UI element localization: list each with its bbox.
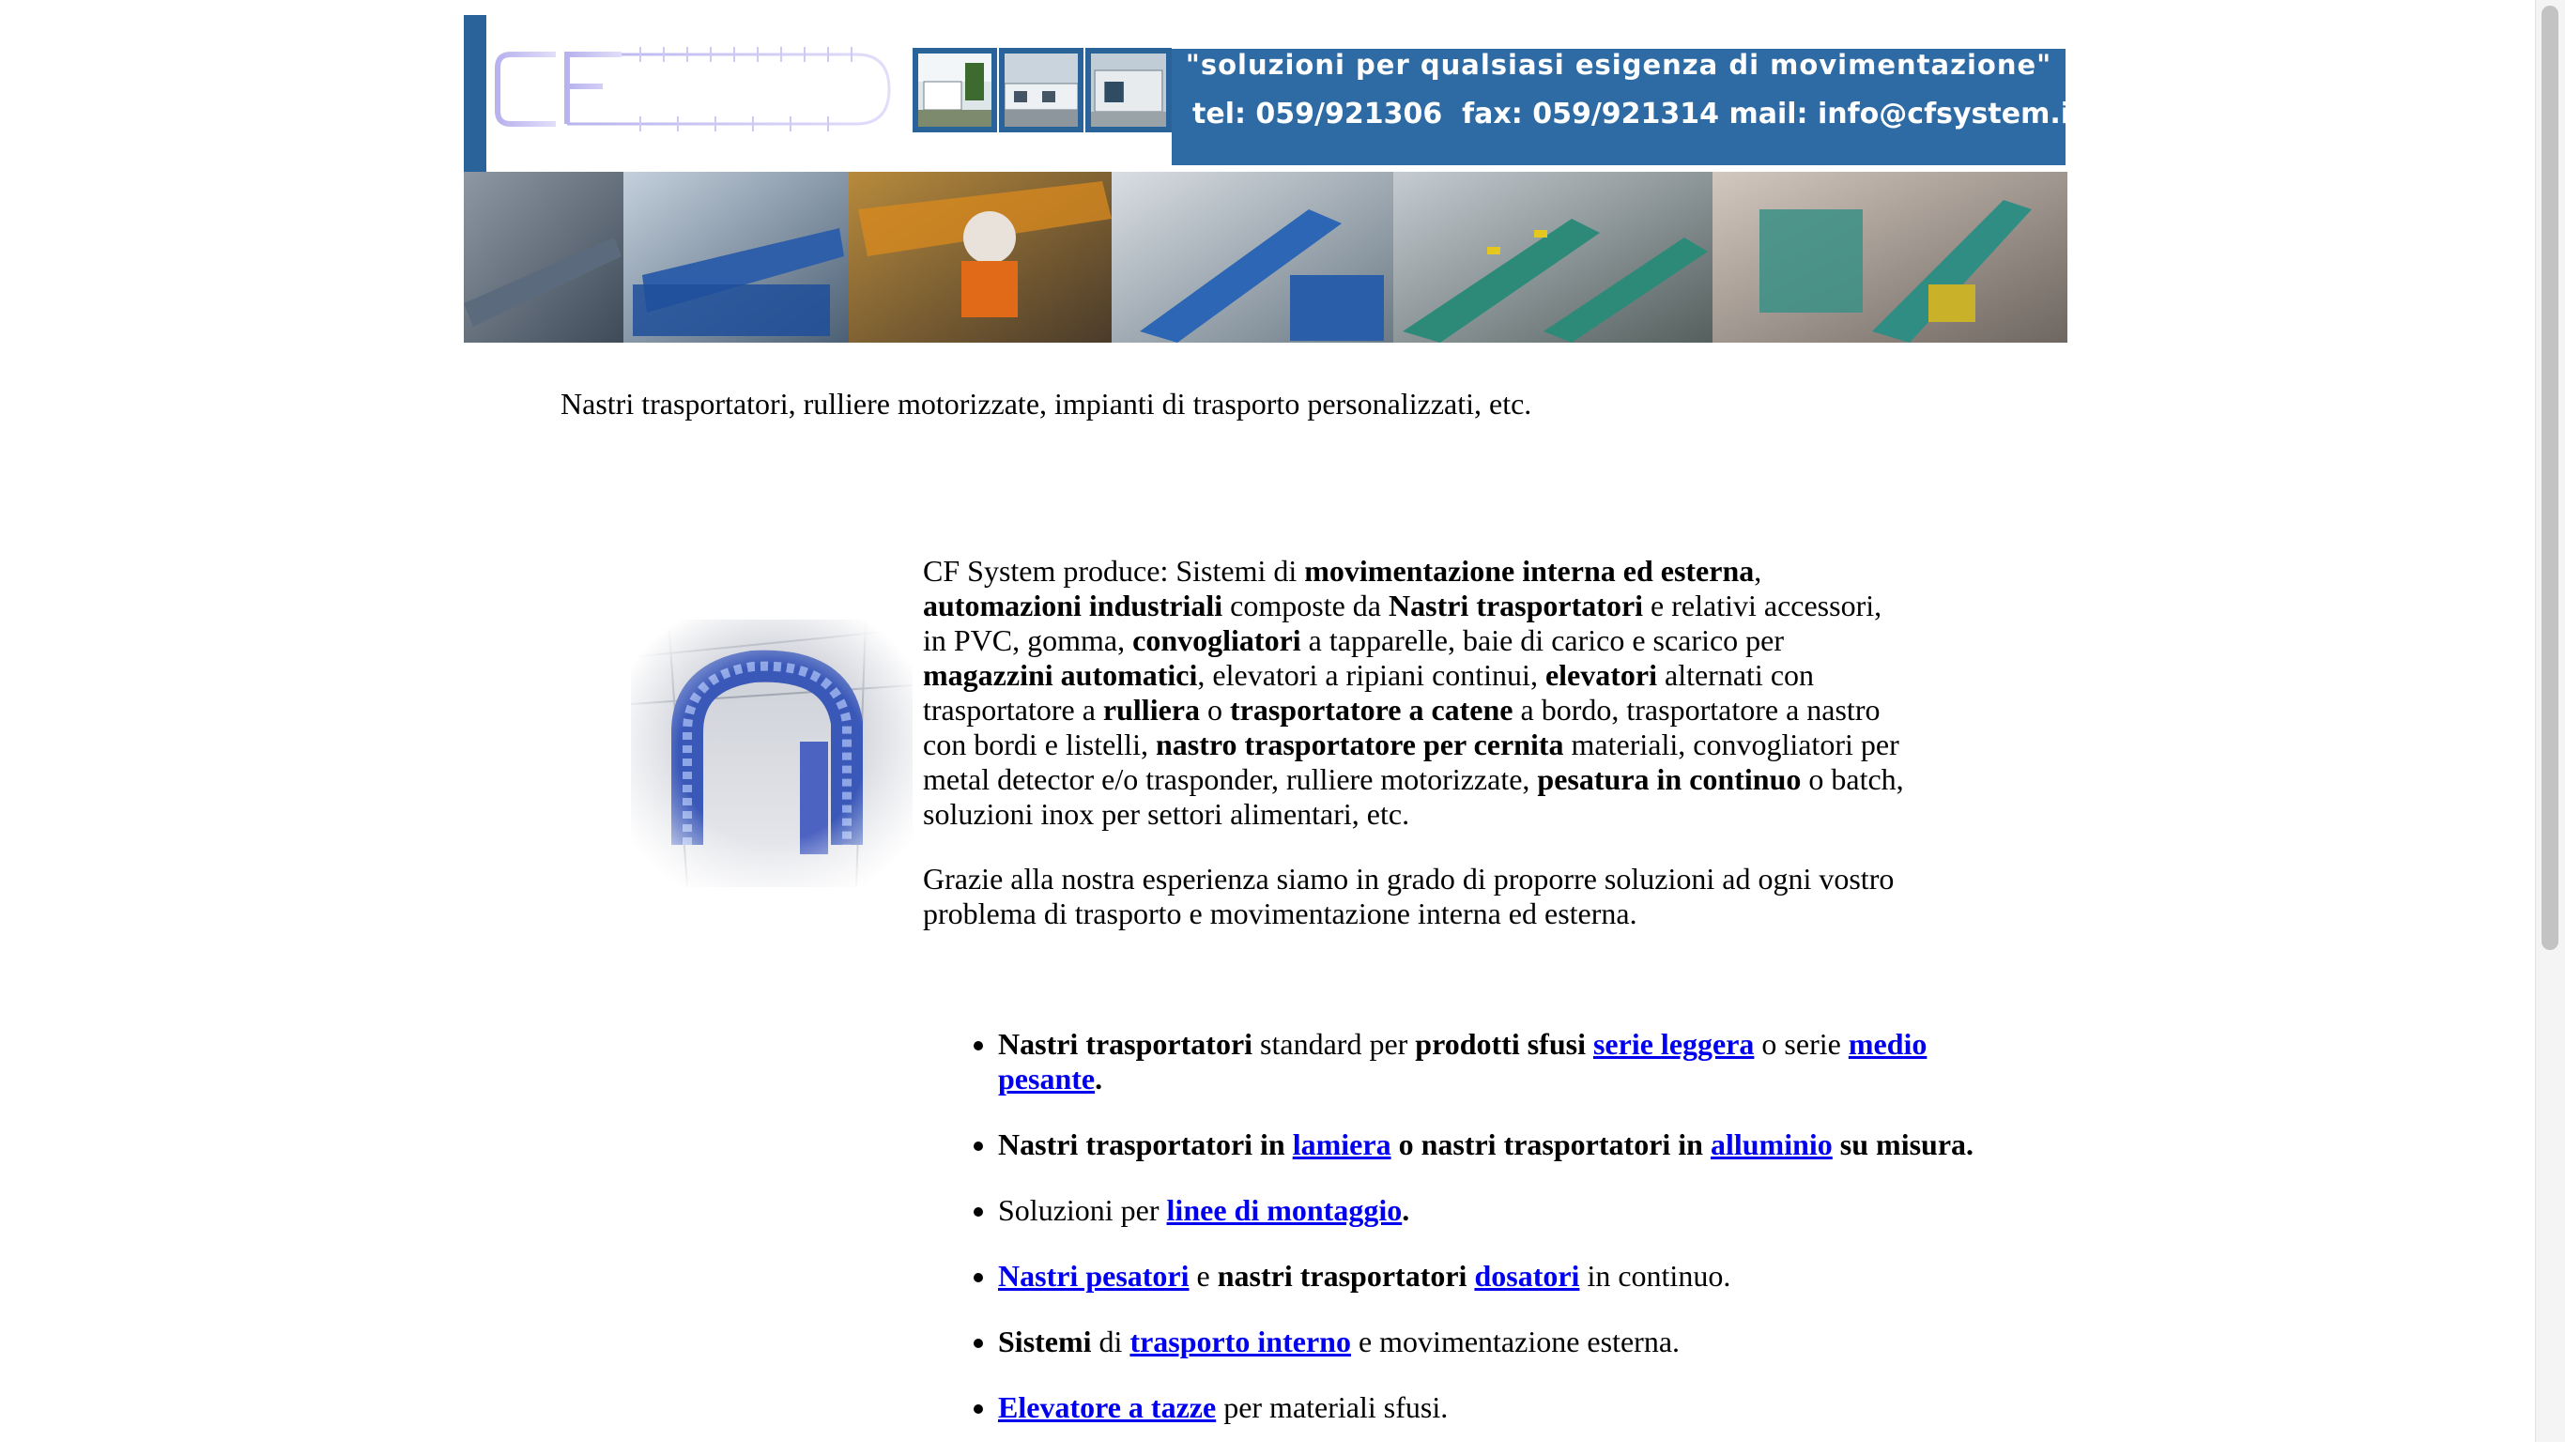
- product-text-run: o serie: [1754, 1027, 1849, 1061]
- cf-system-logo[interactable]: [490, 38, 894, 141]
- product-keyword: Sistemi: [998, 1325, 1092, 1358]
- intro-keyword: nastro trasportatore per cernita: [1155, 728, 1564, 761]
- product-keyword: prodotti sfusi: [1415, 1027, 1586, 1061]
- product-keyword: su misura.: [1832, 1127, 1974, 1161]
- intro-text-run: o: [1199, 693, 1230, 727]
- intro-keyword: automazioni industriali: [923, 589, 1223, 622]
- product-keyword: .: [1095, 1062, 1103, 1096]
- intro-text-run: ,: [1754, 554, 1762, 588]
- building-thumbnail-3[interactable]: [1085, 48, 1172, 132]
- product-link[interactable]: Elevatore a tazze: [998, 1390, 1216, 1424]
- product-text-run: Soluzioni per: [998, 1193, 1167, 1227]
- product-list-item: Sistemi di trasporto interno e movimenta…: [998, 1325, 1984, 1359]
- product-text-run: e: [1189, 1259, 1218, 1293]
- scrollbar-thumb[interactable]: [2542, 6, 2558, 950]
- slogan: "soluzioni per qualsiasi esigenza di mov…: [1185, 49, 2052, 81]
- product-text-run: e movimentazione esterna.: [1350, 1325, 1681, 1358]
- product-link[interactable]: trasporto interno: [1129, 1325, 1351, 1358]
- contact-info[interactable]: tel: 059/921306 fax: 059/921314 mail: in…: [1192, 98, 2083, 130]
- intro-keyword: movimentazione interna ed esterna: [1304, 554, 1755, 588]
- intro-text: CF System produce: Sistemi di movimentaz…: [923, 554, 1909, 961]
- intro-keyword: Nastri trasportatori: [1389, 589, 1644, 622]
- product-link[interactable]: Nastri pesatori: [998, 1259, 1190, 1293]
- product-list-item: Nastri pesatori e nastri trasportatori d…: [998, 1259, 1984, 1294]
- intro-paragraph-1: CF System produce: Sistemi di movimentaz…: [923, 554, 1909, 832]
- product-text-run: per materiali sfusi.: [1216, 1390, 1449, 1424]
- product-text-run: in continuo.: [1579, 1259, 1731, 1293]
- product-keyword: nastri trasportatori: [1217, 1259, 1467, 1293]
- building-thumbnail-1[interactable]: [913, 48, 997, 132]
- contact-banner: "soluzioni per qualsiasi esigenza di mov…: [1172, 49, 2083, 165]
- product-list-item: Nastri trasportatori in lamiera o nastri…: [998, 1127, 1984, 1162]
- intro-text-run: composte da: [1222, 589, 1389, 622]
- intro-text-run: , elevatori a ripiani continui,: [1197, 658, 1545, 692]
- intro-keyword: magazzini automatici: [923, 658, 1198, 692]
- intro-keyword: convogliatori: [1132, 623, 1301, 657]
- conveyor-photo-collage: [464, 172, 2067, 343]
- product-keyword: Nastri trasportatori in: [998, 1127, 1293, 1161]
- product-text-run: di: [1091, 1325, 1130, 1358]
- intro-keyword: elevatori: [1544, 658, 1657, 692]
- product-link[interactable]: lamiera: [1293, 1127, 1391, 1161]
- building-thumbnail-2[interactable]: [999, 48, 1083, 132]
- intro-keyword: trasportatore a catene: [1229, 693, 1513, 727]
- product-list: Nastri trasportatori standard per prodot…: [923, 1027, 1984, 1456]
- intro-text-run: a tapparelle, baie di carico e scarico p…: [1300, 623, 1785, 657]
- product-text-run: [1586, 1027, 1593, 1061]
- header-left-strip: [464, 15, 486, 173]
- intro-paragraph-2: Grazie alla nostra esperienza siamo in g…: [923, 862, 1895, 930]
- product-text-run: standard per: [1252, 1027, 1416, 1061]
- spiral-conveyor-image: [631, 620, 913, 887]
- product-link[interactable]: alluminio: [1711, 1127, 1833, 1161]
- product-keyword: o nastri trasportatori in: [1390, 1127, 1711, 1161]
- intro-text-run: CF System produce: Sistemi di: [923, 554, 1305, 588]
- product-list-item: Soluzioni per linee di montaggio.: [998, 1193, 1984, 1228]
- product-list-item: Nastri trasportatori standard per prodot…: [998, 1027, 1984, 1096]
- intro-keyword: pesatura in continuo: [1537, 762, 1802, 796]
- intro-keyword: rulliera: [1102, 693, 1200, 727]
- product-list-item: Elevatore a tazze per materiali sfusi.: [998, 1390, 1984, 1425]
- product-link[interactable]: linee di montaggio: [1167, 1193, 1403, 1227]
- page: "soluzioni per qualsiasi esigenza di mov…: [0, 0, 2565, 1442]
- tagline: Nastri trasportatori, rulliere motorizza…: [561, 387, 1532, 421]
- product-link[interactable]: dosatori: [1474, 1259, 1579, 1293]
- product-keyword: .: [1402, 1193, 1410, 1227]
- product-link[interactable]: serie leggera: [1593, 1027, 1754, 1061]
- product-keyword: Nastri trasportatori: [998, 1027, 1253, 1061]
